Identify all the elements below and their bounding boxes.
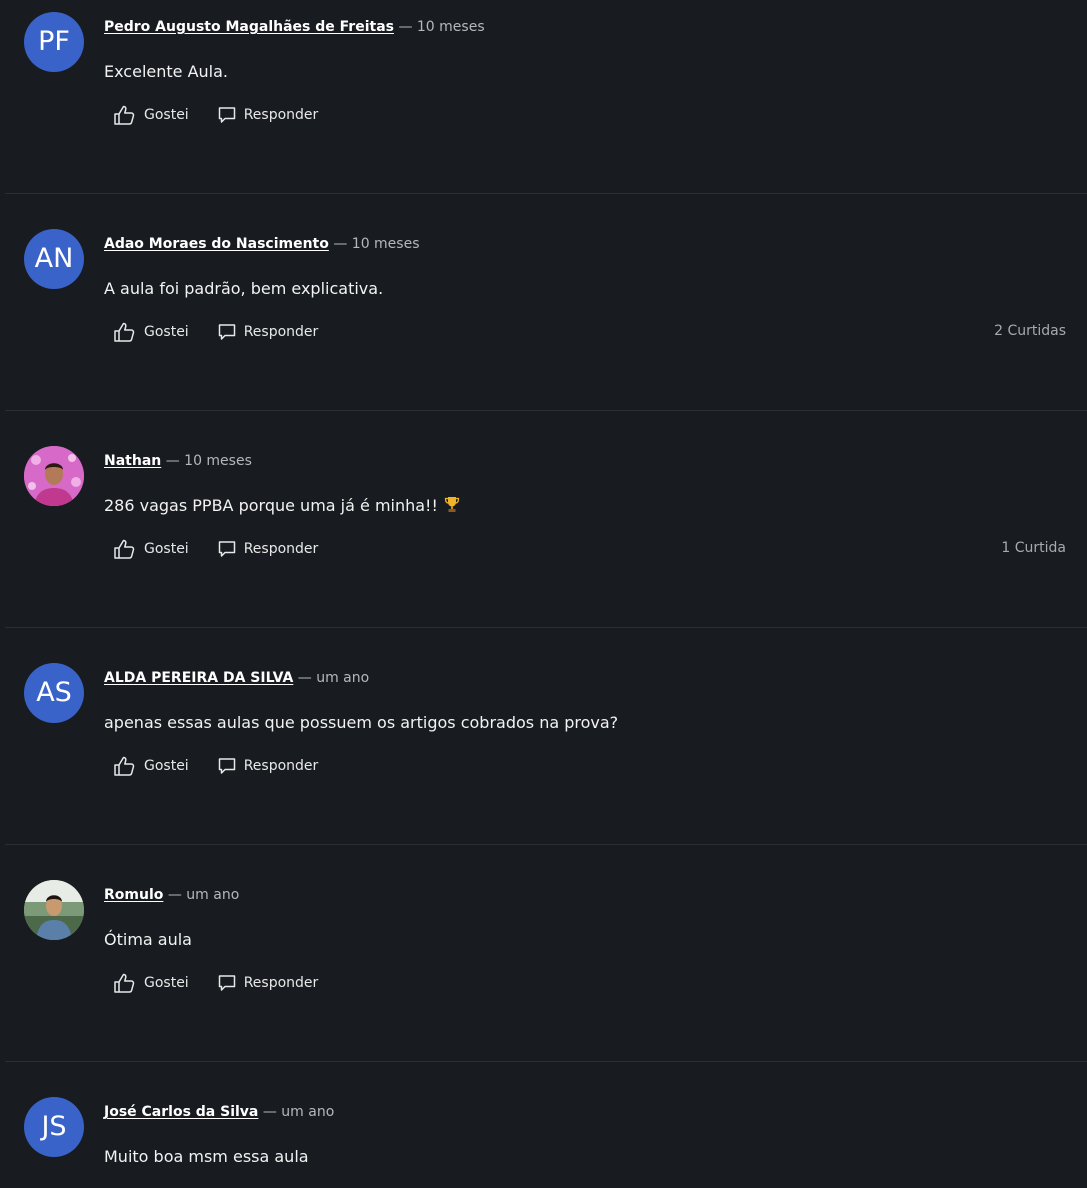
comment-item: AN Adao Moraes do Nascimento — 10 meses … <box>0 217 1087 434</box>
divider <box>5 627 1087 628</box>
comment-item: Romulo — um ano Ótima aula Gostei Respon… <box>0 868 1087 1085</box>
avatar[interactable]: JS <box>24 1097 84 1157</box>
comment-meta: Romulo — um ano <box>104 885 239 905</box>
user-photo-icon <box>24 880 84 940</box>
like-button[interactable]: Gostei <box>113 973 189 993</box>
comment-text: apenas essas aulas que possuem os artigo… <box>104 713 619 732</box>
comment-item: Nathan — 10 meses 286 vagas PPBA porque … <box>0 434 1087 651</box>
divider <box>5 193 1087 194</box>
author-link[interactable]: Adao Moraes do Nascimento <box>104 236 329 252</box>
comment-item: AS ALDA PEREIRA DA SILVA — um ano apenas… <box>0 651 1087 868</box>
comment-time: um ano <box>316 670 370 686</box>
comment-text: A aula foi padrão, bem explicativa. <box>104 279 384 298</box>
avatar[interactable]: PF <box>24 12 84 72</box>
like-label: Gostei <box>144 975 189 991</box>
comment-meta: José Carlos da Silva — um ano <box>104 1102 334 1122</box>
reply-label: Responder <box>243 975 319 991</box>
comment-time: um ano <box>186 887 240 903</box>
likes-count: 2 Curtidas <box>994 323 1066 339</box>
author-link[interactable]: Nathan <box>104 453 161 469</box>
author-link[interactable]: ALDA PEREIRA DA SILVA <box>104 670 293 686</box>
comment-actions: Gostei Responder <box>113 102 318 128</box>
reply-button[interactable]: Responder <box>218 540 319 558</box>
comment-text: Ótima aula <box>104 930 192 949</box>
avatar[interactable] <box>24 880 84 940</box>
like-label: Gostei <box>144 107 189 123</box>
speech-bubble-icon <box>218 323 236 341</box>
like-button[interactable]: Gostei <box>113 105 189 125</box>
separator-dash: — <box>297 670 312 686</box>
like-button[interactable]: Gostei <box>113 539 189 559</box>
separator-dash: — <box>167 887 182 903</box>
likes-count: 1 Curtida <box>1001 540 1066 556</box>
comment-meta: Nathan — 10 meses <box>104 451 252 471</box>
author-link[interactable]: Pedro Augusto Magalhães de Freitas <box>104 19 394 35</box>
like-label: Gostei <box>144 324 189 340</box>
thumbs-up-icon <box>113 105 135 125</box>
like-button[interactable]: Gostei <box>113 322 189 342</box>
comment-meta: ALDA PEREIRA DA SILVA — um ano <box>104 668 369 688</box>
reply-label: Responder <box>243 324 319 340</box>
speech-bubble-icon <box>218 757 236 775</box>
like-label: Gostei <box>144 541 189 557</box>
comment-item: PF Pedro Augusto Magalhães de Freitas — … <box>0 0 1087 217</box>
speech-bubble-icon <box>218 974 236 992</box>
comment-time: 10 meses <box>184 453 252 469</box>
comment-actions: Gostei Responder <box>113 536 318 562</box>
user-photo-icon <box>24 446 84 506</box>
comment-actions: Gostei Responder <box>113 970 318 996</box>
divider <box>5 1061 1087 1062</box>
separator-dash: — <box>165 453 180 469</box>
avatar[interactable]: AS <box>24 663 84 723</box>
reply-button[interactable]: Responder <box>218 974 319 992</box>
comment-meta: Pedro Augusto Magalhães de Freitas — 10 … <box>104 17 485 37</box>
divider <box>5 844 1087 845</box>
comment-time: 10 meses <box>351 236 420 252</box>
reply-button[interactable]: Responder <box>218 106 319 124</box>
divider <box>5 410 1087 411</box>
comment-actions: Gostei Responder <box>113 319 318 345</box>
comments-list: PF Pedro Augusto Magalhães de Freitas — … <box>0 0 1087 1188</box>
like-button[interactable]: Gostei <box>113 756 189 776</box>
thumbs-up-icon <box>113 973 135 993</box>
comment-text: Muito boa msm essa aula <box>104 1147 309 1166</box>
reply-label: Responder <box>243 541 319 557</box>
comment-text: 286 vagas PPBA porque uma já é minha!! <box>104 496 438 515</box>
thumbs-up-icon <box>113 756 135 776</box>
comment-body: 286 vagas PPBA porque uma já é minha!! <box>104 495 460 519</box>
reply-button[interactable]: Responder <box>218 757 319 775</box>
thumbs-up-icon <box>113 322 135 342</box>
like-label: Gostei <box>144 758 189 774</box>
reply-label: Responder <box>243 107 319 123</box>
separator-dash: — <box>262 1104 277 1120</box>
reply-label: Responder <box>243 758 319 774</box>
trophy-icon <box>444 496 460 519</box>
comment-item: JS José Carlos da Silva — um ano Muito b… <box>0 1085 1087 1188</box>
comment-text: Excelente Aula. <box>104 62 228 81</box>
comment-actions: Gostei Responder <box>113 753 318 779</box>
thumbs-up-icon <box>113 539 135 559</box>
speech-bubble-icon <box>218 106 236 124</box>
comment-meta: Adao Moraes do Nascimento — 10 meses <box>104 234 420 254</box>
reply-button[interactable]: Responder <box>218 323 319 341</box>
avatar[interactable] <box>24 446 84 506</box>
comment-time: um ano <box>281 1104 335 1120</box>
author-link[interactable]: José Carlos da Silva <box>104 1104 258 1120</box>
separator-dash: — <box>398 19 413 35</box>
comment-time: 10 meses <box>416 19 485 35</box>
separator-dash: — <box>333 236 348 252</box>
speech-bubble-icon <box>218 540 236 558</box>
author-link[interactable]: Romulo <box>104 887 163 903</box>
avatar[interactable]: AN <box>24 229 84 289</box>
